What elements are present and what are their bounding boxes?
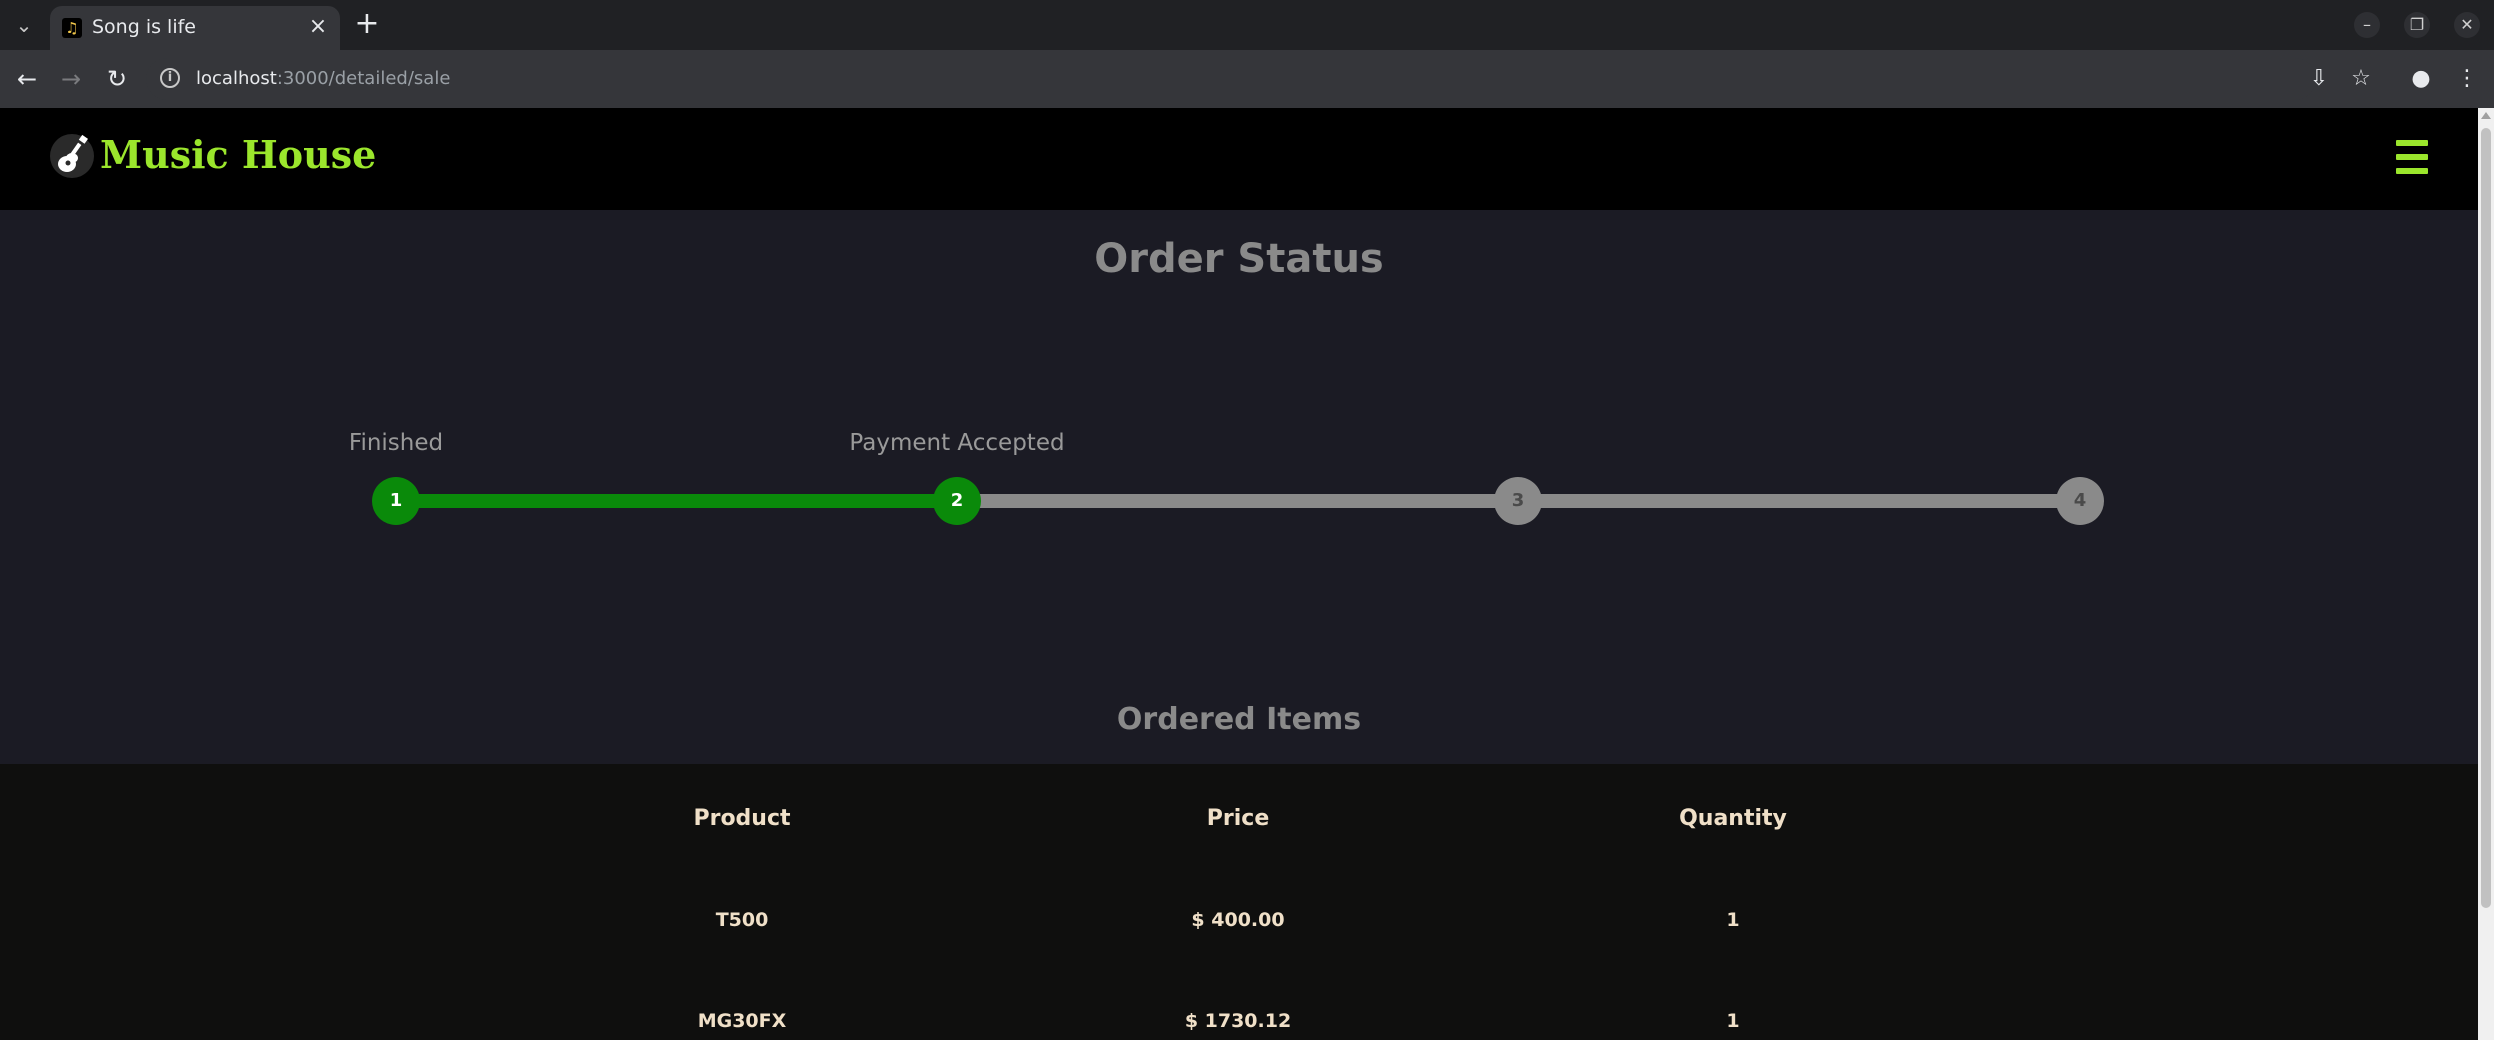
step-3-circle: 3 bbox=[1494, 477, 1542, 525]
column-header-product: Product bbox=[693, 806, 791, 831]
hamburger-menu-icon[interactable] bbox=[2396, 140, 2428, 174]
site-info-icon[interactable]: i bbox=[160, 68, 180, 88]
url-text[interactable]: localhost:3000/detailed/sale bbox=[196, 68, 450, 89]
page-scrollbar[interactable] bbox=[2478, 108, 2494, 1040]
row-quantity: 1 bbox=[1726, 909, 1740, 931]
music-note-favicon-icon: ♫ bbox=[62, 18, 82, 38]
order-status-title: Order Status bbox=[1094, 236, 1384, 282]
tab-close-icon[interactable]: × bbox=[306, 15, 330, 39]
bookmark-star-icon[interactable]: ☆ bbox=[2346, 64, 2376, 94]
row-price: $ 1730.12 bbox=[1184, 1010, 1292, 1032]
browser-tab-bar: ⌄ ♫ Song is life × + – ❐ ✕ bbox=[0, 0, 2494, 50]
url-path: :3000/detailed/sale bbox=[276, 68, 451, 89]
install-app-icon[interactable]: ⇩ bbox=[2304, 64, 2334, 94]
scroll-up-arrow-icon[interactable] bbox=[2481, 112, 2491, 119]
restore-window-icon[interactable]: ❐ bbox=[2404, 12, 2430, 38]
browser-menu-icon[interactable]: ⋮ bbox=[2452, 64, 2482, 94]
site-header: Music House bbox=[0, 108, 2478, 210]
step-2-circle: 2 bbox=[933, 477, 981, 525]
column-header-price: Price bbox=[1206, 806, 1270, 831]
guitar-logo-icon[interactable] bbox=[50, 134, 94, 178]
column-header-quantity: Quantity bbox=[1679, 806, 1787, 831]
tab-search-chevron-icon[interactable]: ⌄ bbox=[8, 10, 40, 40]
step-4-circle: 4 bbox=[2056, 477, 2104, 525]
step-1-label: Finished bbox=[348, 430, 444, 456]
row-product: MG30FX bbox=[697, 1010, 787, 1032]
ordered-items-table: Product Price Quantity T500 $ 400.00 1 M… bbox=[0, 764, 2478, 1040]
back-arrow-icon[interactable]: ← bbox=[12, 64, 42, 94]
tab-title: Song is life bbox=[92, 16, 196, 38]
reload-icon[interactable]: ↻ bbox=[102, 64, 132, 94]
profile-avatar-icon[interactable]: ● bbox=[2406, 64, 2436, 94]
stepper-track-completed bbox=[396, 494, 957, 508]
row-product: T500 bbox=[715, 909, 769, 931]
minimize-window-icon[interactable]: – bbox=[2354, 12, 2380, 38]
page-viewport: Music House Order Status Finished Paymen… bbox=[0, 108, 2478, 1040]
browser-toolbar: ← → ↻ i localhost:3000/detailed/sale ⇩ ☆… bbox=[0, 50, 2494, 108]
row-price: $ 400.00 bbox=[1191, 909, 1285, 931]
forward-arrow-icon[interactable]: → bbox=[56, 64, 86, 94]
row-quantity: 1 bbox=[1726, 1010, 1740, 1032]
step-2-label: Payment Accepted bbox=[849, 430, 1065, 456]
ordered-items-title: Ordered Items bbox=[1116, 702, 1362, 737]
site-logo-text[interactable]: Music House bbox=[100, 132, 376, 177]
new-tab-plus-icon[interactable]: + bbox=[352, 9, 382, 40]
address-bar[interactable]: i localhost:3000/detailed/sale bbox=[146, 58, 2316, 100]
close-window-icon[interactable]: ✕ bbox=[2454, 12, 2480, 38]
scrollbar-thumb[interactable] bbox=[2481, 128, 2491, 908]
url-host: localhost bbox=[196, 68, 277, 89]
step-1-circle: 1 bbox=[372, 477, 420, 525]
browser-tab[interactable]: ♫ Song is life × bbox=[50, 6, 340, 50]
